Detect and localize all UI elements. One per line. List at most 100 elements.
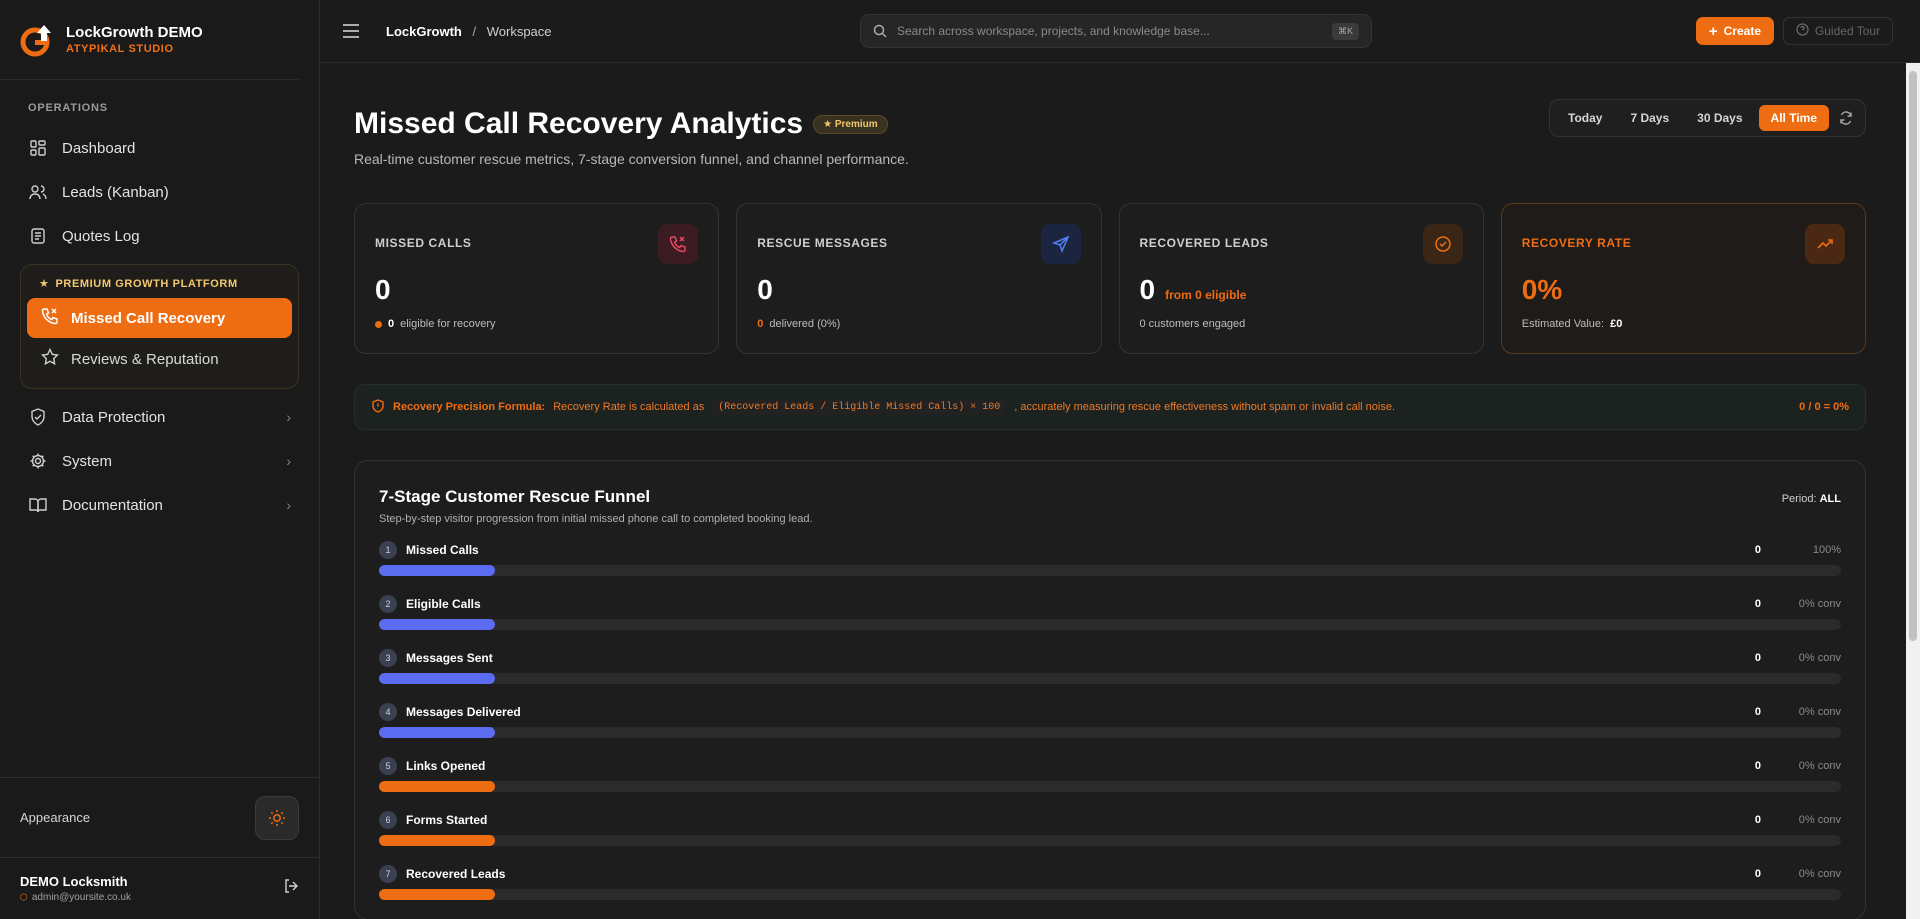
period-7-days[interactable]: 7 Days [1618, 105, 1681, 131]
shield-icon [28, 407, 48, 427]
appearance-label: Appearance [20, 810, 91, 825]
stage-name: Messages Sent [406, 651, 493, 665]
card-value: 0% [1521, 274, 1563, 305]
stage-count: 0 [1754, 652, 1761, 664]
rescue-funnel-panel: 7-Stage Customer Rescue Funnel Step-by-s… [354, 460, 1866, 919]
card-missed-calls: MISSED CALLS 0 0 eligible for recovery [354, 203, 720, 354]
document-icon [28, 226, 48, 246]
stage-name: Missed Calls [406, 543, 479, 557]
card-subtext: 0 eligible for recovery [375, 318, 698, 330]
phone-missed-icon [658, 224, 699, 264]
stage-name: Recovered Leads [406, 867, 506, 881]
sidebar-item-quotes[interactable]: Quotes Log [0, 214, 319, 258]
funnel-stage: 6 Forms Started 0 0% conv [379, 811, 1841, 853]
period-selector: Today 7 Days 30 Days All Time [1549, 99, 1866, 137]
create-button[interactable]: + Create [1695, 17, 1774, 45]
stage-count: 0 [1754, 868, 1761, 880]
breadcrumb-current: Workspace [486, 23, 552, 39]
stage-progress-fill [379, 835, 495, 846]
stage-number: 2 [379, 595, 397, 613]
sidebar-item-reviews[interactable]: Reviews & Reputation [27, 338, 292, 380]
stage-number: 1 [379, 541, 397, 559]
chevron-right-icon: › [286, 453, 291, 469]
stage-conversion: 0% conv [1798, 760, 1841, 772]
delivered-text: delivered (0%) [769, 318, 841, 330]
sidebar-item-label: Dashboard [62, 139, 136, 157]
stage-count: 0 [1754, 814, 1761, 826]
theme-toggle-button[interactable] [255, 795, 299, 840]
sidebar-item-label: Reviews & Reputation [71, 350, 219, 368]
breadcrumb-root[interactable]: LockGrowth [386, 24, 462, 39]
stage-progress-track [379, 619, 1841, 630]
check-circle-icon [1422, 224, 1463, 264]
funnel-stage: 4 Messages Delivered 0 0% conv [379, 703, 1841, 745]
user-email-row: ⬡ admin@yoursite.co.uk [20, 892, 131, 903]
search-bar: ⌘K [860, 14, 1372, 48]
card-recovery-rate: RECOVERY RATE 0% Estimated Value: £0 [1500, 203, 1866, 354]
sidebar-item-label: Leads (Kanban) [62, 183, 169, 201]
breadcrumb: LockGrowth / Workspace [386, 24, 552, 39]
period-all-time[interactable]: All Time [1758, 105, 1829, 131]
breadcrumb-separator: / [472, 23, 477, 39]
sidebar-item-system[interactable]: System › [0, 439, 319, 483]
stage-conversion: 0% conv [1798, 598, 1841, 610]
info-shield-icon [371, 398, 385, 416]
brand-logo-icon [20, 24, 51, 56]
kpi-cards: MISSED CALLS 0 0 eligible for recovery RE… [354, 203, 1866, 354]
card-from-eligible: from 0 eligible [1165, 288, 1247, 302]
sidebar-item-label: Missed Call Recovery [71, 309, 226, 327]
sidebar-item-dashboard[interactable]: Dashboard [0, 126, 319, 170]
stage-number: 5 [379, 757, 397, 775]
section-title-operations: OPERATIONS [28, 102, 108, 114]
star-icon: ★ [39, 278, 50, 290]
search-shortcut: ⌘K [1331, 22, 1359, 40]
stage-progress-fill [379, 619, 495, 630]
card-subtext: Estimated Value: £0 [1522, 318, 1845, 330]
funnel-stage: 2 Eligible Calls 0 0% conv [379, 595, 1841, 637]
logout-icon[interactable] [283, 878, 299, 899]
card-subtext: 0 customers engaged [1139, 318, 1246, 330]
funnel-stage: 1 Missed Calls 0 100% [379, 541, 1841, 583]
brand-studio: ATYPIKAL STUDIO [66, 43, 174, 55]
app-root: LockGrowth DEMO ATYPIKAL STUDIO OPERATIO… [0, 0, 1920, 919]
period-today[interactable]: Today [1556, 105, 1614, 131]
user-profile: DEMO Locksmith ⬡ admin@yoursite.co.uk [0, 857, 319, 919]
funnel-stage: 7 Recovered Leads 0 0% conv [379, 865, 1841, 907]
stage-conversion: 0% conv [1798, 652, 1841, 664]
scrollbar-thumb[interactable] [1909, 71, 1917, 641]
sidebar-item-leads[interactable]: Leads (Kanban) [0, 170, 319, 214]
eligible-count: 0 [388, 318, 395, 330]
page-title: Missed Call Recovery Analytics [354, 107, 804, 140]
sidebar-item-documentation[interactable]: Documentation › [0, 483, 319, 527]
period-30-days[interactable]: 30 Days [1685, 105, 1754, 131]
search-input[interactable] [897, 24, 1322, 38]
stage-progress-fill [379, 781, 495, 792]
page-scrollbar[interactable] [1906, 63, 1920, 919]
card-label: RECOVERED LEADS [1139, 236, 1269, 250]
delivered-count: 0 [757, 318, 764, 330]
stage-number: 3 [379, 649, 397, 667]
brand[interactable]: LockGrowth DEMO ATYPIKAL STUDIO [0, 0, 299, 80]
sidebar-item-missed-call-recovery[interactable]: Missed Call Recovery [27, 298, 292, 338]
stage-progress-fill [379, 673, 495, 684]
gear-icon [28, 451, 48, 471]
sun-icon [269, 809, 285, 826]
stage-number: 4 [379, 703, 397, 721]
estimated-value: £0 [1610, 318, 1623, 330]
brand-name: LockGrowth DEMO [66, 24, 203, 41]
funnel-subtitle: Step-by-step visitor progression from in… [379, 513, 813, 525]
stage-name: Messages Delivered [406, 705, 521, 719]
refresh-icon[interactable] [1833, 111, 1859, 125]
card-value-row: 0 from 0 eligible [1140, 274, 1463, 306]
sidebar-item-label: Quotes Log [62, 227, 140, 245]
stage-conversion: 0% conv [1798, 868, 1841, 880]
shield-small-icon: ⬡ [20, 892, 28, 902]
funnel-period: Period: ALL [1782, 493, 1841, 525]
user-name: DEMO Locksmith [20, 874, 128, 889]
guided-tour-button[interactable]: Guided Tour [1783, 17, 1893, 45]
sidebar-item-data-protection[interactable]: Data Protection › [0, 395, 319, 439]
funnel-period-label: Period: [1781, 493, 1817, 505]
menu-icon[interactable] [342, 24, 360, 38]
sidebar-item-label: Data Protection [62, 408, 166, 426]
plus-icon: + [1708, 22, 1718, 40]
